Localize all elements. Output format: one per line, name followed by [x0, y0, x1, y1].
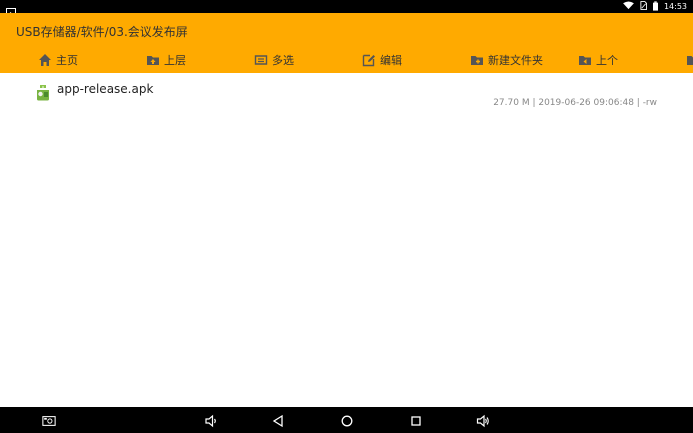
previous-label: 上个 [596, 54, 618, 67]
previous-button[interactable]: 上个 [578, 51, 618, 69]
edit-button[interactable]: 编辑 [362, 51, 402, 69]
toolbar: 主页 上层 多选 编辑 新建文件夹 上个 [0, 51, 693, 69]
up-level-button[interactable]: 上层 [146, 51, 186, 69]
volume-down-button[interactable] [204, 413, 218, 428]
new-folder-button[interactable]: 新建文件夹 [470, 51, 543, 69]
new-folder-label: 新建文件夹 [488, 54, 543, 67]
more-toolbar-button[interactable] [686, 51, 693, 69]
screenshot-button[interactable] [42, 413, 58, 427]
file-meta: 27.70 M | 2019-06-26 09:06:48 | -rw [493, 98, 657, 108]
wifi-icon [623, 1, 634, 12]
folder-icon [687, 56, 693, 65]
back-icon [272, 414, 283, 428]
apk-icon [36, 85, 50, 101]
list-item[interactable]: app-release.apk 27.70 M | 2019-06-26 09:… [0, 73, 693, 113]
app-bar: USB存储器/软件/03.会议发布屏 主页 上层 多选 编辑 新建文件夹 上个 [0, 13, 693, 73]
home-button[interactable]: 主页 [38, 51, 78, 69]
multi-select-icon [254, 55, 268, 65]
sim-icon [640, 1, 647, 12]
status-indicators: 14:53 [623, 0, 687, 13]
home-circle-icon [341, 415, 353, 427]
file-name: app-release.apk [57, 82, 154, 96]
edit-label: 编辑 [380, 54, 402, 67]
file-list: app-release.apk 27.70 M | 2019-06-26 09:… [0, 73, 693, 407]
status-bar: 14:53 [0, 0, 693, 17]
volume-down-icon [205, 414, 216, 428]
folder-up-icon [147, 56, 159, 65]
status-time: 14:53 [663, 2, 687, 11]
new-folder-icon [471, 56, 483, 65]
screenshot-icon [42, 416, 56, 426]
path-breadcrumb: USB存储器/软件/03.会议发布屏 [16, 25, 188, 39]
recents-icon [411, 416, 421, 426]
multi-select-button[interactable]: 多选 [254, 51, 294, 69]
volume-up-icon [476, 414, 489, 428]
home-nav-button[interactable] [340, 413, 354, 427]
multi-select-label: 多选 [272, 54, 294, 67]
image-icon [6, 2, 16, 17]
edit-icon [362, 54, 375, 67]
back-button[interactable] [271, 413, 285, 428]
navigation-bar [0, 407, 693, 433]
folder-prev-icon [579, 56, 591, 65]
volume-up-button[interactable] [476, 413, 490, 428]
home-label: 主页 [56, 54, 78, 67]
recents-button[interactable] [409, 413, 423, 427]
battery-icon [652, 0, 658, 13]
up-level-label: 上层 [164, 54, 186, 67]
home-icon [39, 54, 51, 66]
